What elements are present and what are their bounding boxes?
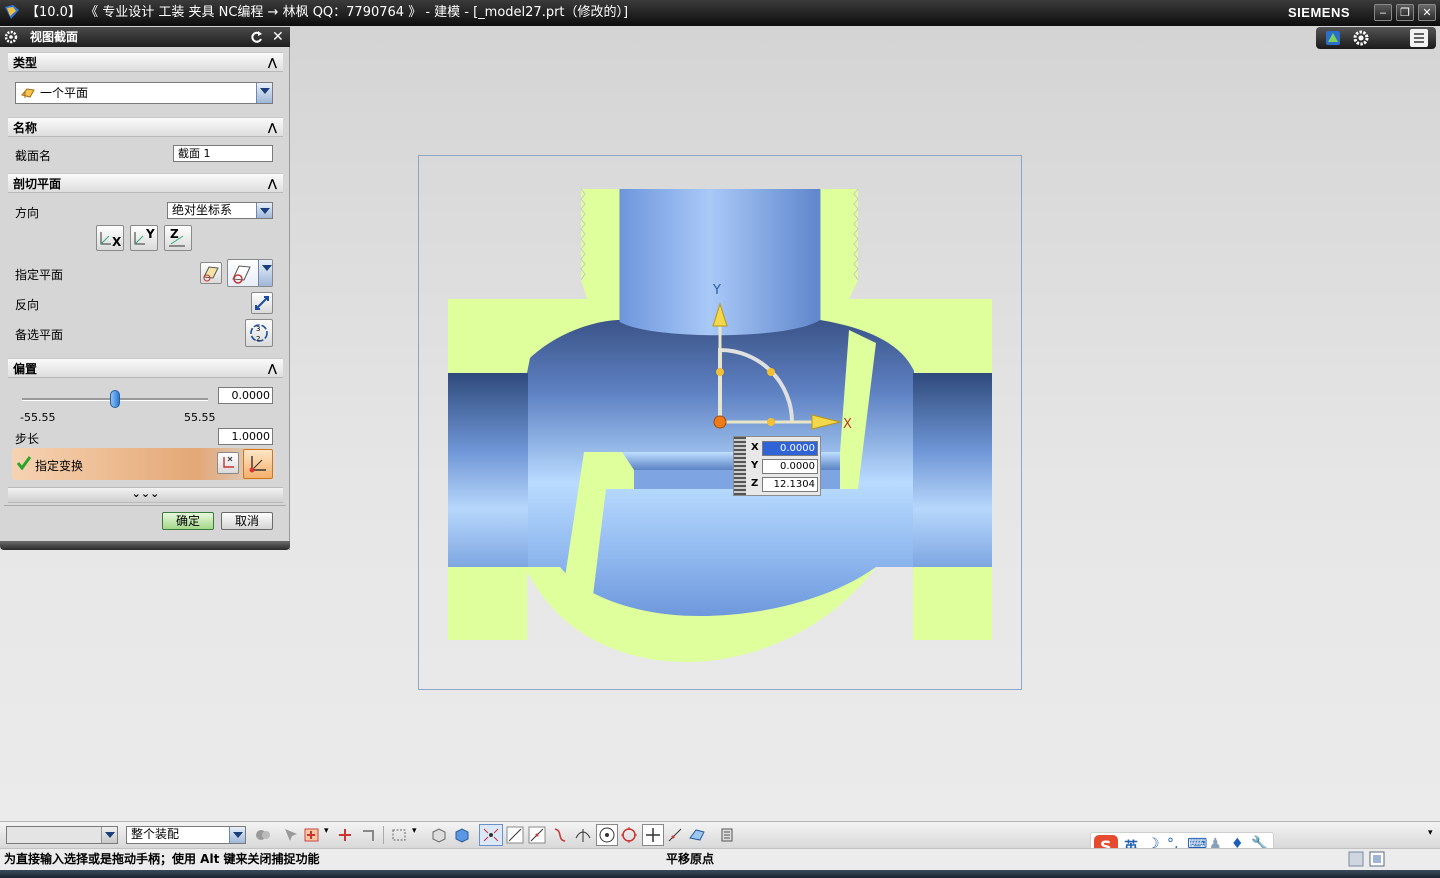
existing-point-button[interactable]: [642, 824, 664, 846]
snap-toggle-button[interactable]: [479, 824, 503, 846]
point-on-curve-icon[interactable]: [666, 826, 684, 844]
plus-point-icon: [646, 828, 660, 842]
shaded-body-icon[interactable]: [453, 826, 471, 844]
coord-y-input[interactable]: 0.0000: [762, 459, 818, 474]
status-mode: 平移原点: [666, 852, 715, 866]
toolbar-divider: [383, 826, 384, 844]
coord-z-input[interactable]: 12.1304: [762, 477, 818, 492]
left-port-bore: [448, 373, 528, 567]
model-section-view[interactable]: Y X: [0, 0, 1440, 878]
intersection-icon[interactable]: [574, 826, 592, 844]
chevron-down-icon[interactable]: ▾: [324, 826, 329, 836]
left-flange-bottom: [448, 567, 526, 640]
os-taskbar: [0, 870, 1440, 878]
curve-point-icon[interactable]: [551, 826, 569, 844]
coord-y-label: Y: [751, 460, 759, 471]
selection-scope-value: 整个装配: [131, 827, 180, 841]
right-flange-top: [914, 299, 992, 373]
right-port-bore: [913, 373, 992, 567]
filter-icon[interactable]: [1348, 851, 1364, 867]
select-icon[interactable]: [282, 826, 300, 844]
assembly-filter-icon[interactable]: [254, 826, 272, 844]
snap-enable-icon: [483, 828, 499, 842]
window-icon[interactable]: [1369, 851, 1385, 867]
x-axis-label: X: [843, 417, 852, 432]
coord-x-label: X: [751, 442, 759, 453]
coord-x-input[interactable]: 0.0000: [762, 441, 818, 456]
view-cube-icon[interactable]: [430, 826, 448, 844]
chevron-down-icon[interactable]: ▾: [412, 826, 417, 836]
rectangle-select-icon[interactable]: [390, 826, 408, 844]
status-bar: 为直接输入选择或是拖动手柄；使用 Alt 键来关闭捕捉功能 平移原点: [0, 848, 1440, 871]
chevron-down-icon[interactable]: [229, 827, 245, 843]
point-on-face-icon[interactable]: [688, 826, 706, 844]
snap-point-icon[interactable]: [336, 826, 354, 844]
y-axis-label: Y: [712, 283, 721, 298]
drag-handle[interactable]: [734, 437, 746, 495]
selection-intent-icon[interactable]: [303, 826, 321, 844]
type-filter-dropdown[interactable]: [6, 826, 118, 844]
right-flange-bottom: [914, 567, 992, 640]
chevron-down-icon[interactable]: ▾: [1428, 828, 1433, 838]
coord-z-label: Z: [751, 478, 759, 489]
arc-center-icon: [599, 827, 615, 843]
select-components-icon[interactable]: [360, 826, 378, 844]
quadrant-point-icon[interactable]: [620, 826, 638, 844]
chevron-down-icon[interactable]: [101, 827, 117, 843]
left-flange-top: [448, 299, 526, 373]
selection-scope-dropdown[interactable]: 整个装配: [126, 826, 246, 844]
arc-center-button[interactable]: [596, 824, 618, 846]
coordinate-input-popup: X 0.0000 Y 0.0000 Z 12.1304: [733, 436, 821, 496]
snap-settings-icon[interactable]: [718, 826, 736, 844]
end-point-icon[interactable]: [506, 826, 524, 844]
status-prompt: 为直接输入选择或是拖动手柄；使用 Alt 键来关闭捕捉功能: [4, 852, 320, 866]
mid-point-icon[interactable]: [528, 826, 546, 844]
